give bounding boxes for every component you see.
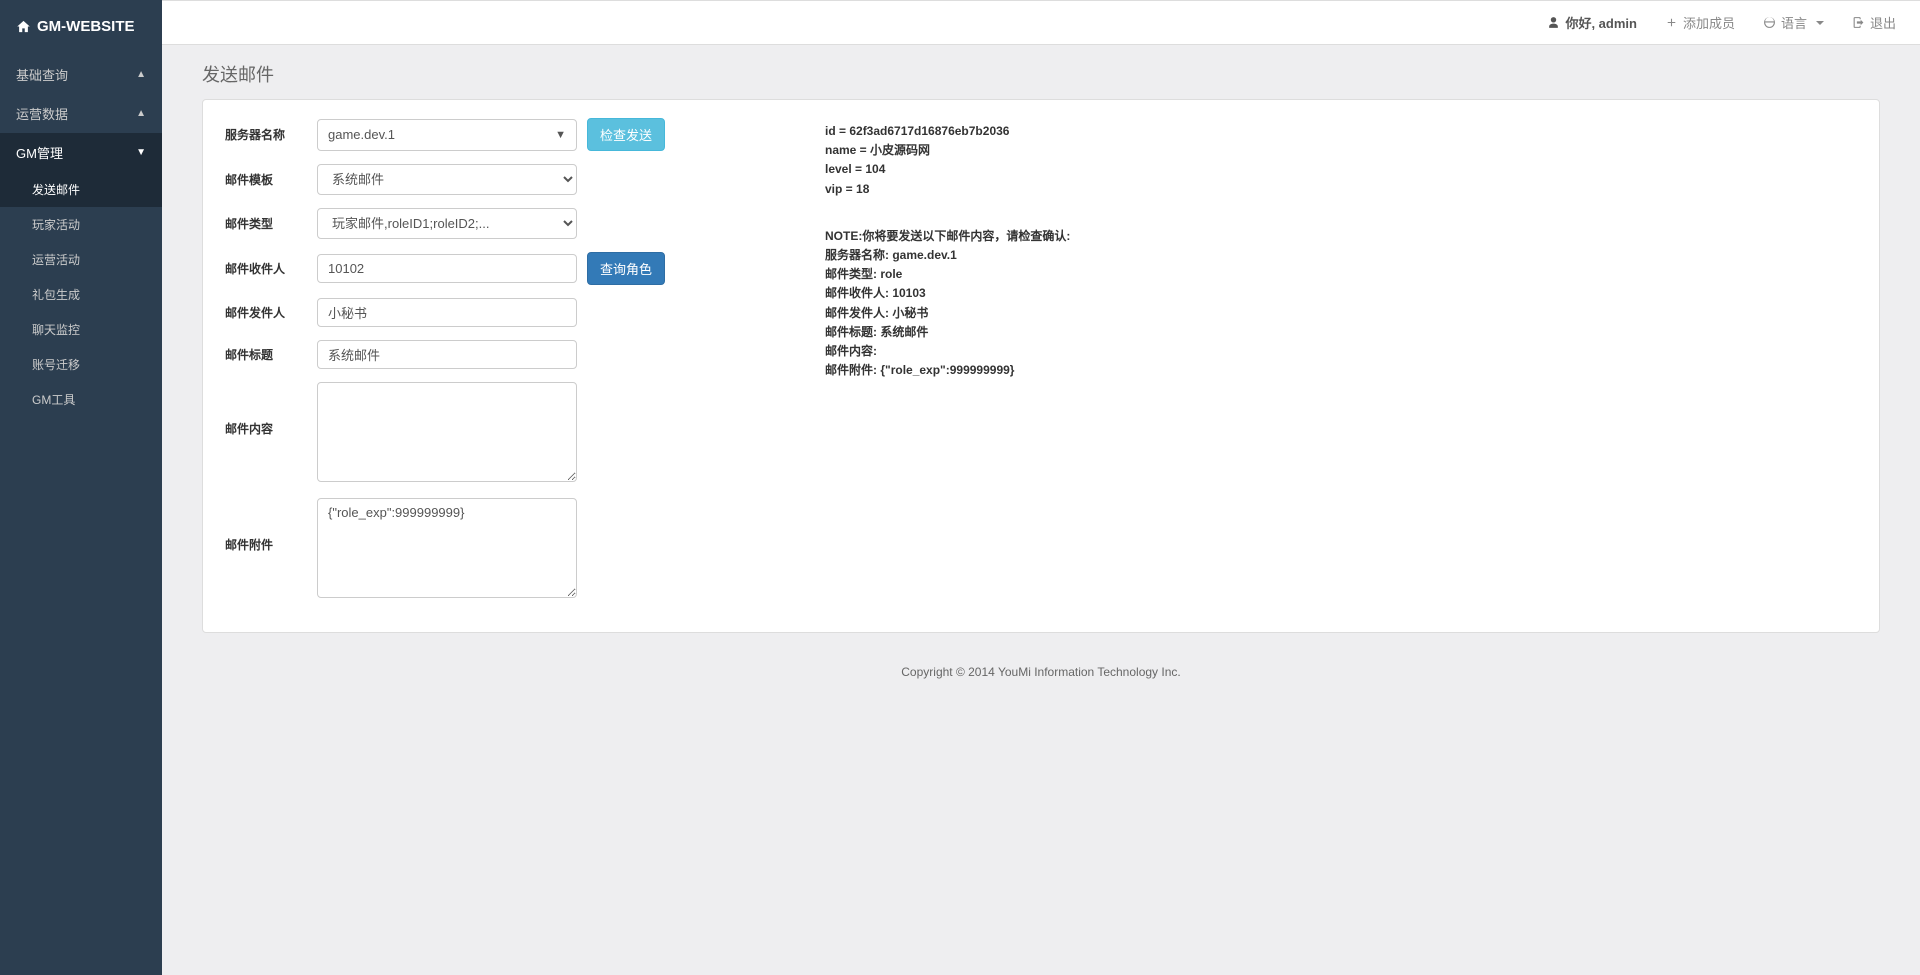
- nav-section-label: 运营数据: [16, 104, 68, 123]
- type-label: 邮件类型: [225, 215, 307, 232]
- template-label: 邮件模板: [225, 171, 307, 188]
- home-icon: [16, 19, 31, 34]
- caret-down-icon: [1816, 21, 1824, 25]
- brand-text: GM-WEBSITE: [37, 18, 135, 35]
- nav-sub-giftpack[interactable]: 礼包生成: [0, 277, 162, 312]
- sidebar: GM-WEBSITE 基础查询 ▲ 运营数据 ▲ GM管理 ▼ 发送邮件 玩家活…: [0, 0, 162, 975]
- topbar-add-member[interactable]: 添加成员: [1665, 13, 1735, 32]
- topbar-language[interactable]: 语言: [1763, 13, 1824, 32]
- check-send-button[interactable]: 检查发送: [587, 118, 665, 151]
- attach-textarea[interactable]: {"role_exp":999999999}: [317, 498, 577, 598]
- form-column: 服务器名称 game.dev.1 ▼ 检查发送 邮件模板 系统邮件: [225, 118, 785, 614]
- preview-type: 邮件类型: role: [825, 265, 1857, 284]
- chevron-down-icon: ▼: [136, 147, 146, 158]
- title-label: 邮件标题: [225, 346, 307, 363]
- nav-section-ops-data[interactable]: 运营数据 ▲: [0, 94, 162, 133]
- topbar-add-member-text: 添加成员: [1683, 13, 1735, 32]
- sender-label: 邮件发件人: [225, 304, 307, 321]
- sender-input[interactable]: [317, 298, 577, 327]
- preview-content: 邮件内容:: [825, 342, 1857, 361]
- logout-icon: [1852, 16, 1865, 29]
- server-label: 服务器名称: [225, 126, 307, 143]
- nav-sub-gm-tools[interactable]: GM工具: [0, 382, 162, 417]
- nav-sub-chat-monitor[interactable]: 聊天监控: [0, 312, 162, 347]
- player-name: name = 小皮源码网: [825, 141, 1857, 160]
- server-select-value: game.dev.1: [328, 127, 395, 142]
- user-icon: [1547, 16, 1560, 29]
- chevron-down-icon: ▼: [555, 129, 566, 141]
- topbar-logout-text: 退出: [1870, 13, 1896, 32]
- player-vip: vip = 18: [825, 180, 1857, 199]
- plus-icon: [1665, 16, 1678, 29]
- chevron-up-icon: ▲: [136, 69, 146, 80]
- nav-sub-send-mail[interactable]: 发送邮件: [0, 172, 162, 207]
- page-title: 发送邮件: [202, 61, 1880, 87]
- nav-section-label: 基础查询: [16, 65, 68, 84]
- nav-sub-player-activity[interactable]: 玩家活动: [0, 207, 162, 242]
- template-select[interactable]: 系统邮件: [317, 164, 577, 195]
- nav-section-gm-manage[interactable]: GM管理 ▼: [0, 133, 162, 172]
- footer-copyright: Copyright © 2014 YouMi Information Techn…: [162, 649, 1920, 703]
- topbar-logout[interactable]: 退出: [1852, 13, 1896, 32]
- topbar: 你好, admin 添加成员 语言 退出: [162, 0, 1920, 45]
- query-role-button[interactable]: 查询角色: [587, 252, 665, 285]
- preview-recipient: 邮件收件人: 10103: [825, 284, 1857, 303]
- preview-server: 服务器名称: game.dev.1: [825, 246, 1857, 265]
- topbar-language-text: 语言: [1781, 13, 1807, 32]
- nav-sub-ops-activity[interactable]: 运营活动: [0, 242, 162, 277]
- topbar-greeting[interactable]: 你好, admin: [1547, 13, 1637, 32]
- nav-section-basic-query[interactable]: 基础查询 ▲: [0, 55, 162, 94]
- preview-block: NOTE:你将要发送以下邮件内容，请检查确认: 服务器名称: game.dev.…: [825, 227, 1857, 381]
- info-column: id = 62f3ad6717d16876eb7b2036 name = 小皮源…: [825, 118, 1857, 614]
- preview-sender: 邮件发件人: 小秘书: [825, 304, 1857, 323]
- recipient-label: 邮件收件人: [225, 260, 307, 277]
- globe-icon: [1763, 16, 1776, 29]
- nav-section-label: GM管理: [16, 143, 63, 162]
- nav-sub-account-migrate[interactable]: 账号迁移: [0, 347, 162, 382]
- server-select[interactable]: game.dev.1 ▼: [317, 119, 577, 151]
- content-textarea[interactable]: [317, 382, 577, 482]
- preview-note: NOTE:你将要发送以下邮件内容，请检查确认:: [825, 227, 1857, 246]
- chevron-up-icon: ▲: [136, 108, 146, 119]
- topbar-greeting-text: 你好, admin: [1565, 13, 1637, 32]
- player-level: level = 104: [825, 160, 1857, 179]
- player-id: id = 62f3ad6717d16876eb7b2036: [825, 122, 1857, 141]
- preview-attach: 邮件附件: {"role_exp":999999999}: [825, 361, 1857, 380]
- preview-title: 邮件标题: 系统邮件: [825, 323, 1857, 342]
- recipient-input[interactable]: [317, 254, 577, 283]
- main-panel: 服务器名称 game.dev.1 ▼ 检查发送 邮件模板 系统邮件: [202, 99, 1880, 633]
- attach-label: 邮件附件: [225, 498, 307, 553]
- player-info-block: id = 62f3ad6717d16876eb7b2036 name = 小皮源…: [825, 122, 1857, 199]
- brand[interactable]: GM-WEBSITE: [0, 0, 162, 55]
- title-input[interactable]: [317, 340, 577, 369]
- type-select[interactable]: 玩家邮件,roleID1;roleID2;...: [317, 208, 577, 239]
- content-label: 邮件内容: [225, 382, 307, 437]
